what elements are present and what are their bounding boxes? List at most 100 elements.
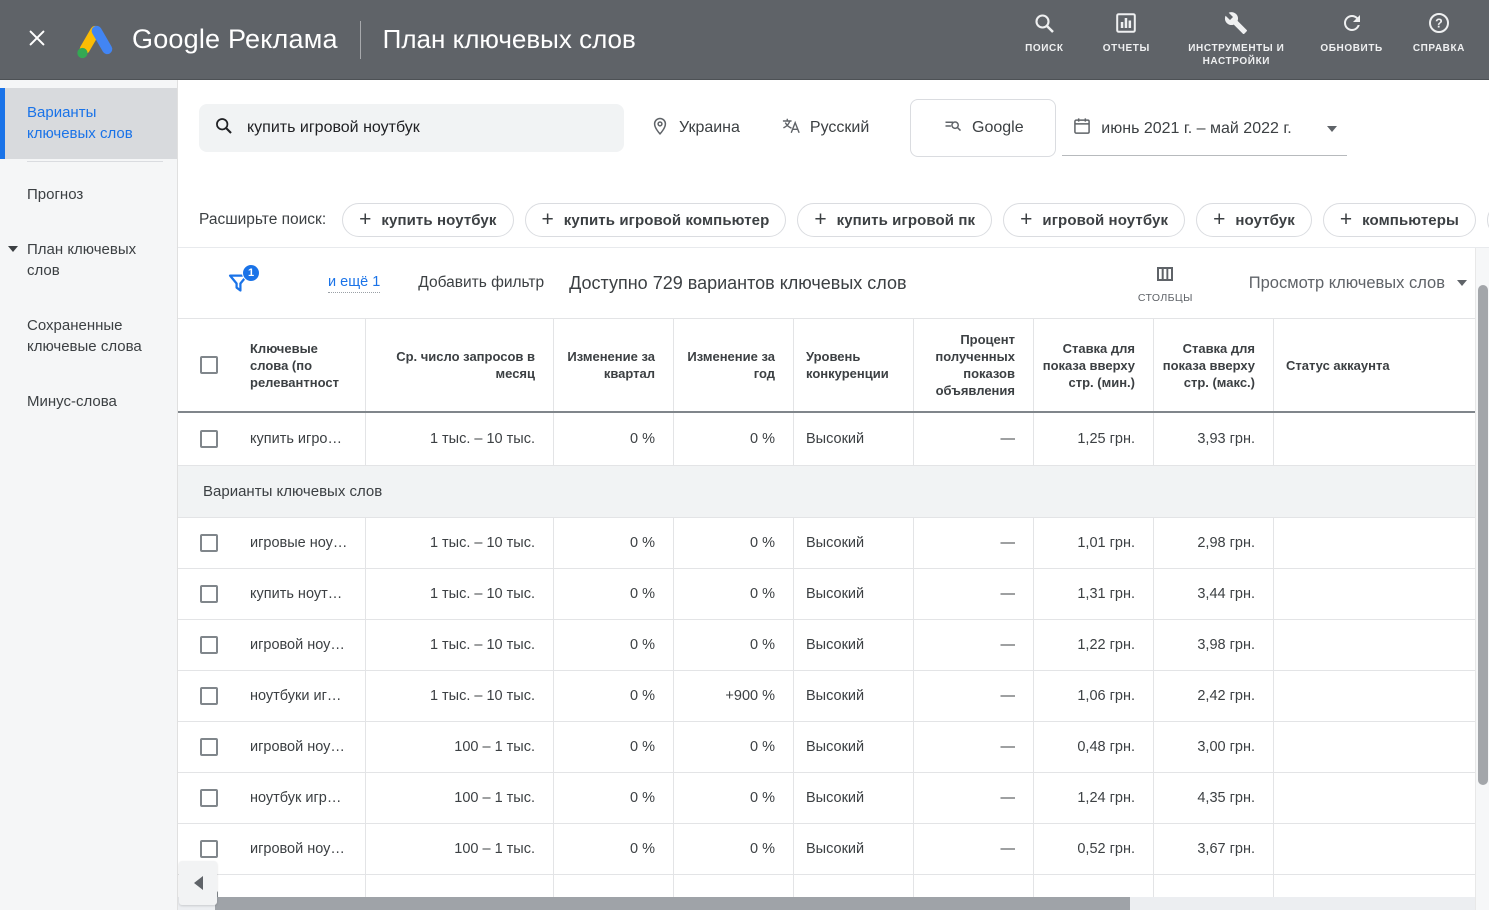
- appbar-action-reports[interactable]: ОТЧЕТЫ: [1100, 11, 1152, 55]
- row-checkbox[interactable]: [200, 840, 218, 858]
- language-selector[interactable]: Русский: [781, 116, 869, 141]
- table-row: купить игро… 1 тыс. – 10 тыс. 0 % 0 % Вы…: [178, 413, 1475, 466]
- account-status-cell: [1273, 671, 1475, 721]
- page-title: План ключевых слов: [383, 24, 636, 55]
- add-filter-button[interactable]: Добавить фильтр: [418, 274, 544, 292]
- account-status-cell: [1273, 518, 1475, 568]
- broaden-search-label: Расширьте поиск:: [199, 211, 326, 229]
- header-top-bid-low[interactable]: Ставка для показа вверху стр. (мин.): [1033, 319, 1153, 411]
- vertical-scrollbar[interactable]: [1475, 248, 1489, 910]
- filter-count-badge: 1: [242, 264, 260, 282]
- chip-label: купить ноутбук: [381, 212, 496, 229]
- keyword-suggestion-chip[interactable]: + ноутбук: [1196, 203, 1312, 237]
- keyword-suggestion-chip[interactable]: + купить ноутбук: [342, 203, 513, 237]
- top-bid-high-cell: 3,93 грн.: [1153, 413, 1273, 465]
- sidebar: Варианты ключевых слов Прогноз План ключ…: [0, 80, 178, 910]
- sidebar-item-saved-keywords[interactable]: Сохраненные ключевые слова: [0, 303, 177, 369]
- keyword-cell[interactable]: игровой ноу…: [240, 722, 365, 772]
- header-yoy-change[interactable]: Изменение за год: [673, 319, 793, 411]
- keyword-cell[interactable]: купить игро…: [240, 413, 365, 465]
- row-checkbox-cell: [178, 620, 240, 670]
- keyword-cell[interactable]: купить ноут…: [240, 569, 365, 619]
- row-checkbox[interactable]: [200, 738, 218, 756]
- row-checkbox[interactable]: [200, 789, 218, 807]
- keyword-suggestion-chip[interactable]: + компьютеры: [1323, 203, 1476, 237]
- ad-impression-share-cell: —: [913, 824, 1033, 874]
- header-keyword[interactable]: Ключевые слова (по релевантност: [240, 319, 365, 411]
- keyword-suggestion-chip[interactable]: + купить игровой компьютер: [525, 203, 787, 237]
- keyword-suggestion-chip[interactable]: + купить игровой пк: [797, 203, 992, 237]
- ad-impression-share-cell: —: [913, 518, 1033, 568]
- header-avg-monthly-searches[interactable]: Ср. число запросов в месяц: [365, 319, 553, 411]
- header-competition[interactable]: Уровень конкуренции: [793, 319, 913, 411]
- columns-button[interactable]: СТОЛБЦЫ: [1138, 262, 1193, 304]
- row-checkbox[interactable]: [200, 687, 218, 705]
- yoy-change-cell: +900 %: [673, 671, 793, 721]
- account-status-cell: [1273, 722, 1475, 772]
- select-all-checkbox[interactable]: [200, 356, 218, 374]
- keyword-suggestion-chip[interactable]: + игровой ноутбук: [1003, 203, 1185, 237]
- plus-icon: +: [359, 209, 371, 230]
- table-row: ноутбук игр… 100 – 1 тыс. 0 % 0 % Высоки…: [178, 773, 1475, 824]
- location-selector[interactable]: Украина: [650, 116, 740, 141]
- yoy-change-cell: 0 %: [673, 413, 793, 465]
- chevron-down-icon: [8, 246, 18, 252]
- help-icon: ?: [1427, 11, 1451, 35]
- network-selector[interactable]: Google: [910, 99, 1056, 157]
- table-row: игровой ноу… 100 – 1 тыс. 0 % 0 % Высоки…: [178, 722, 1475, 773]
- plan-controls: Украина Русский Google: [178, 80, 1489, 248]
- plus-icon: +: [814, 209, 826, 230]
- more-filters-link[interactable]: и ещё 1: [328, 274, 380, 293]
- sidebar-item-keyword-ideas[interactable]: Варианты ключевых слов: [0, 88, 177, 159]
- language-label: Русский: [810, 119, 869, 137]
- keyword-cell[interactable]: ноутбук игр…: [240, 773, 365, 823]
- top-bid-high-cell: 3,00 грн.: [1153, 722, 1273, 772]
- horizontal-scrollbar[interactable]: [178, 897, 1475, 910]
- horizontal-scrollbar-thumb[interactable]: [215, 897, 1130, 910]
- row-checkbox-cell: [178, 773, 240, 823]
- yoy-change-cell: 0 %: [673, 518, 793, 568]
- appbar-action-refresh[interactable]: ОБНОВИТЬ: [1320, 11, 1382, 55]
- view-selector[interactable]: Просмотр ключевых слов: [1249, 274, 1467, 293]
- competition-cell: Высокий: [793, 620, 913, 670]
- date-range-selector[interactable]: июнь 2021 г. – май 2022 г.: [1062, 116, 1346, 156]
- sidebar-item-negative-keywords[interactable]: Минус-слова: [0, 379, 177, 424]
- yoy-change-cell: 0 %: [673, 773, 793, 823]
- keyword-cell[interactable]: игровые ноу…: [240, 518, 365, 568]
- keyword-cell[interactable]: ноутбуки иг…: [240, 671, 365, 721]
- header-ad-impression-share[interactable]: Процент полученных показов объявления: [913, 319, 1033, 411]
- appbar-divider: [360, 21, 361, 59]
- vertical-scrollbar-thumb[interactable]: [1478, 285, 1488, 785]
- yoy-change-cell: 0 %: [673, 722, 793, 772]
- appbar-action-tools[interactable]: ИНСТРУМЕНТЫ И НАСТРОЙКИ: [1182, 11, 1290, 68]
- search-networks-icon: [943, 116, 963, 141]
- sidebar-item-label: План ключевых слов: [27, 241, 136, 279]
- sidebar-item-keyword-plan[interactable]: План ключевых слов: [0, 227, 177, 293]
- calendar-icon: [1072, 116, 1092, 141]
- keyword-search-box[interactable]: [199, 104, 624, 152]
- row-checkbox[interactable]: [200, 534, 218, 552]
- scroll-left-button[interactable]: [179, 861, 217, 905]
- top-bid-high-cell: 2,42 грн.: [1153, 671, 1273, 721]
- appbar-action-search[interactable]: ПОИСК: [1018, 11, 1070, 55]
- sidebar-item-forecast[interactable]: Прогноз: [0, 172, 177, 217]
- active-filter-button[interactable]: 1: [225, 270, 252, 297]
- chevron-down-icon: [1327, 126, 1337, 132]
- search-input[interactable]: [247, 119, 610, 137]
- keyword-cell[interactable]: игровой ноу…: [240, 620, 365, 670]
- ad-impression-share-cell: —: [913, 773, 1033, 823]
- header-quarterly-change[interactable]: Изменение за квартал: [553, 319, 673, 411]
- top-bid-low-cell: 1,01 грн.: [1033, 518, 1153, 568]
- header-top-bid-high[interactable]: Ставка для показа вверху стр. (макс.): [1153, 319, 1273, 411]
- header-account-status[interactable]: Статус аккаунта: [1273, 319, 1475, 411]
- date-range-label: июнь 2021 г. – май 2022 г.: [1101, 120, 1291, 138]
- keyword-cell[interactable]: игровой ноу…: [240, 824, 365, 874]
- row-checkbox[interactable]: [200, 430, 218, 448]
- row-checkbox-cell: [178, 671, 240, 721]
- top-bid-low-cell: 0,48 грн.: [1033, 722, 1153, 772]
- row-checkbox[interactable]: [200, 585, 218, 603]
- chip-label: ноутбук: [1235, 212, 1295, 229]
- appbar-action-help[interactable]: ? СПРАВКА: [1413, 11, 1465, 55]
- close-button[interactable]: [26, 27, 48, 52]
- row-checkbox[interactable]: [200, 636, 218, 654]
